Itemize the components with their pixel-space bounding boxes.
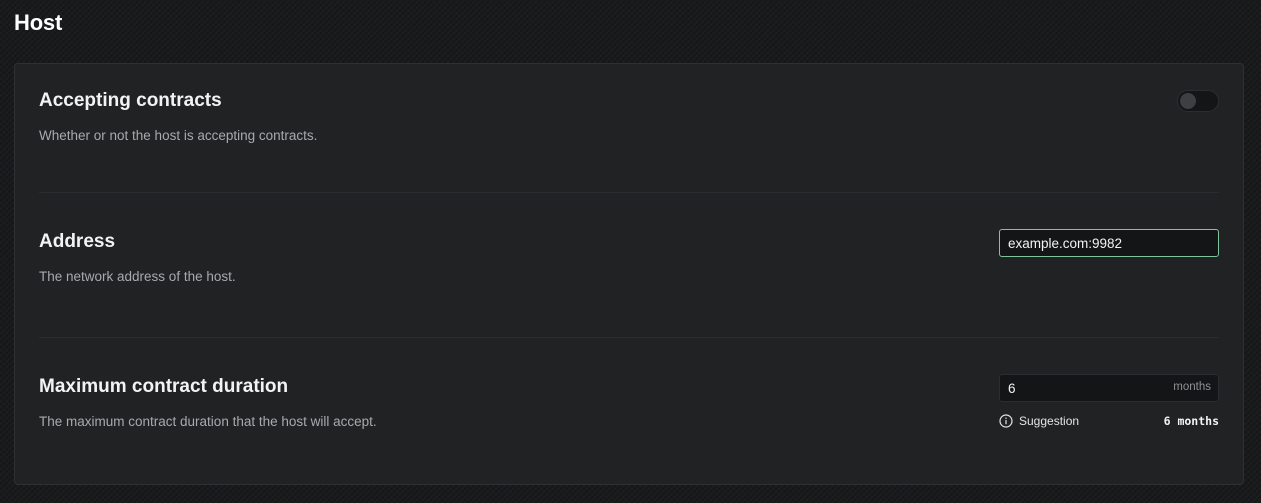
accepting-contracts-title: Accepting contracts: [39, 90, 222, 111]
toggle-knob: [1180, 93, 1196, 109]
suggestion-label: Suggestion: [1019, 414, 1080, 428]
max-duration-input[interactable]: [1000, 375, 1166, 401]
address-description: The network address of the host.: [39, 269, 236, 284]
accepting-contracts-section: Accepting contracts Whether or not the h…: [39, 90, 1219, 150]
address-input[interactable]: [999, 229, 1219, 257]
address-section: Address The network address of the host.: [39, 229, 1219, 291]
accepting-contracts-toggle[interactable]: [1177, 90, 1219, 112]
suggestion-row: Suggestion 6 months: [999, 414, 1219, 430]
page-title: Host: [14, 10, 63, 35]
max-duration-field[interactable]: months: [999, 374, 1219, 402]
divider: [39, 337, 1219, 338]
info-icon: [999, 414, 1013, 428]
host-settings-panel: Accepting contracts Whether or not the h…: [14, 63, 1244, 485]
max-duration-description: The maximum contract duration that the h…: [39, 414, 377, 429]
suggestion-value[interactable]: 6 months: [1164, 414, 1219, 428]
max-duration-section: Maximum contract duration The maximum co…: [39, 374, 1219, 446]
accepting-contracts-description: Whether or not the host is accepting con…: [39, 128, 318, 143]
unit-label: months: [1173, 381, 1211, 393]
divider: [39, 192, 1219, 193]
